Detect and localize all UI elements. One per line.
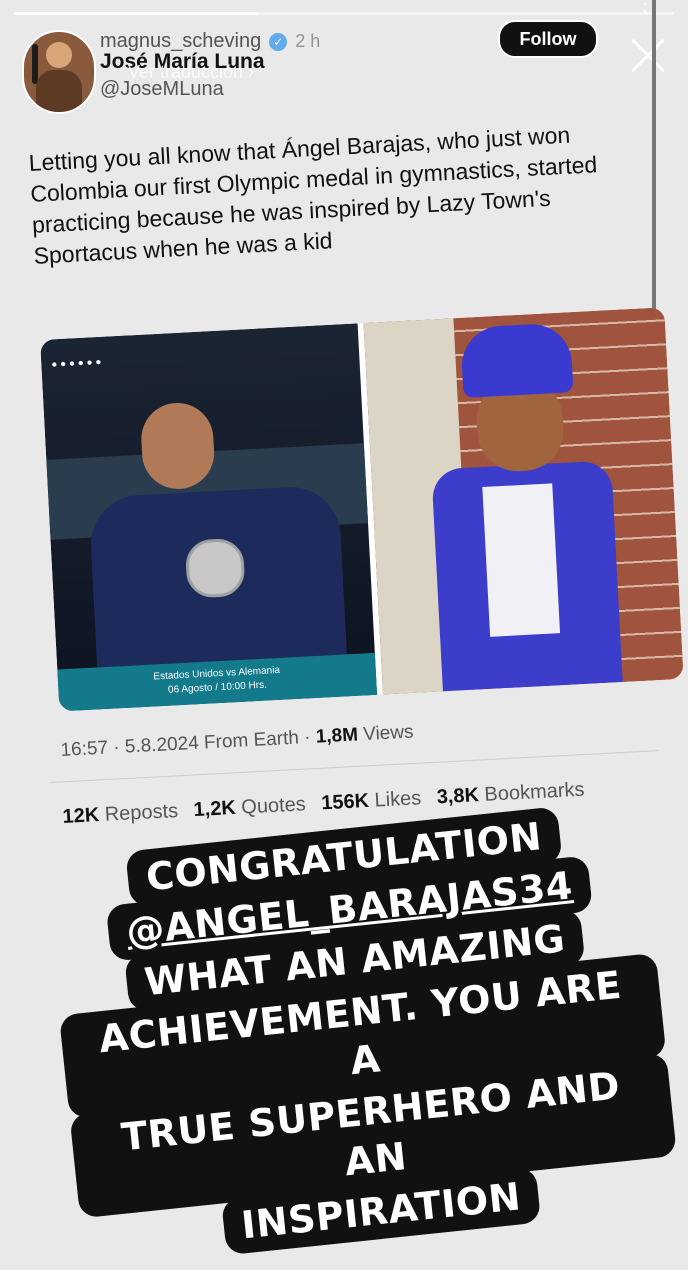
kid-hat <box>459 322 574 398</box>
quotes-count: 1,2K <box>193 796 237 822</box>
more-options-icon[interactable]: ⋮ <box>634 0 656 30</box>
tweet-meta: 16:57 · 5.8.2024 From Earth · 1,8M Views <box>60 722 414 762</box>
quotes-label: Quotes <box>235 793 307 819</box>
photo-kid-costume <box>363 307 684 695</box>
story-time: 2 h <box>295 31 321 51</box>
story-progress-fill <box>14 12 259 15</box>
photo-athlete: ● ● ● ● ● ● Estados Unidos vs Alemania 0… <box>40 323 378 712</box>
views-label: Views <box>357 721 415 746</box>
stadium-lights: ● ● ● ● ● ● <box>51 356 102 371</box>
athlete-head <box>139 401 216 491</box>
likes-label: Likes <box>368 787 422 812</box>
avatar[interactable] <box>22 30 96 114</box>
tweet-timestamp: 16:57 · 5.8.2024 From Earth · <box>60 726 317 761</box>
avatar-figure <box>36 70 82 112</box>
story-progress-bar <box>14 12 674 15</box>
tweet-media[interactable]: ● ● ● ● ● ● Estados Unidos vs Alemania 0… <box>40 307 684 712</box>
verified-badge-icon: ✓ <box>269 32 288 51</box>
follow-button[interactable]: Follow <box>498 20 598 58</box>
views-count: 1,8M <box>315 724 359 748</box>
likes-count: 156K <box>320 789 370 815</box>
kid-suit-chest <box>482 483 561 637</box>
bookmarks-label: Bookmarks <box>478 778 585 807</box>
reposts-label: Reposts <box>98 799 179 827</box>
reposts-count: 12K <box>62 804 100 828</box>
close-icon[interactable] <box>628 36 668 76</box>
scrollbar[interactable] <box>652 0 656 320</box>
medal-icon <box>184 537 246 599</box>
tweet-text: Letting you all know that Ángel Barajas,… <box>28 121 598 269</box>
avatar-figure <box>46 42 72 68</box>
story-caption: CONGRATULATION @ANGEL_BARAJAS34 WHAT AN … <box>43 800 677 1256</box>
bookmarks-count: 3,8K <box>436 784 480 809</box>
tweet-author-handle: @JoseMLuna <box>100 78 224 100</box>
avatar-figure <box>32 44 38 84</box>
